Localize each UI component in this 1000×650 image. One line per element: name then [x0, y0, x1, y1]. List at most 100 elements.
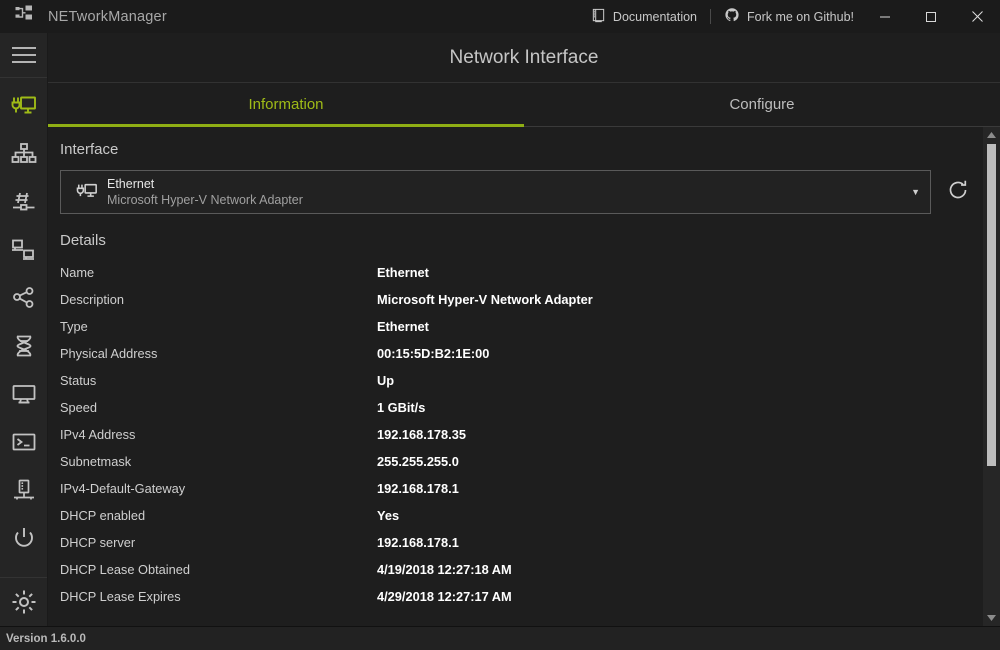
documentation-link[interactable]: Documentation — [583, 0, 705, 33]
interface-selector-row: Ethernet Microsoft Hyper-V Network Adapt… — [60, 170, 983, 214]
close-button[interactable] — [954, 0, 1000, 33]
detail-value: 192.168.178.1 — [377, 481, 983, 496]
detail-row-speed: Speed 1 GBit/s — [60, 394, 983, 421]
github-cat-icon — [724, 7, 740, 26]
documentation-label: Documentation — [613, 10, 697, 24]
detail-row-dhcp-enabled: DHCP enabled Yes — [60, 502, 983, 529]
scrollbar-track[interactable] — [983, 144, 1000, 609]
chevron-down-icon[interactable]: ▼ — [906, 187, 920, 197]
detail-value: 1 GBit/s — [377, 400, 983, 415]
tab-configure-label: Configure — [729, 96, 794, 113]
main-area: Network Interface Information Configure … — [48, 33, 1000, 626]
detail-value: 4/29/2018 12:27:17 AM — [377, 589, 983, 604]
detail-label: DHCP enabled — [60, 508, 377, 523]
status-bar: Version 1.6.0.0 — [0, 626, 1000, 650]
application-window: NETworkManager Documentation — [0, 0, 1000, 650]
book-icon — [591, 8, 606, 26]
titlebar-divider — [710, 9, 711, 24]
content-wrapper: Interface — [48, 127, 1000, 626]
detail-row-status: Status Up — [60, 367, 983, 394]
interface-dropdown[interactable]: Ethernet Microsoft Hyper-V Network Adapt… — [60, 170, 931, 214]
detail-label: Name — [60, 265, 377, 280]
detail-label: Subnetmask — [60, 454, 377, 469]
window-body: Network Interface Information Configure … — [0, 33, 1000, 626]
page-title: Network Interface — [48, 33, 1000, 83]
detail-value: 00:15:5D:B2:1E:00 — [377, 346, 983, 361]
sidebar-item-wake-on-lan[interactable] — [0, 514, 47, 562]
sidebar-items — [0, 78, 47, 577]
caret-down-icon[interactable] — [983, 609, 1000, 626]
dna-helix-icon — [11, 334, 37, 358]
terminal-icon — [11, 430, 37, 454]
detail-row-dhcp-server: DHCP server 192.168.178.1 — [60, 529, 983, 556]
close-icon — [971, 10, 984, 23]
sidebar-item-port-scanner[interactable] — [0, 178, 47, 226]
github-label: Fork me on Github! — [747, 10, 854, 24]
information-panel: Interface — [48, 127, 983, 626]
sidebar-item-snmp[interactable] — [0, 466, 47, 514]
interface-heading: Interface — [60, 141, 983, 158]
detail-label: DHCP server — [60, 535, 377, 550]
detail-row-subnetmask: Subnetmask 255.255.255.0 — [60, 448, 983, 475]
interface-name: Ethernet — [107, 177, 906, 191]
refresh-button[interactable] — [941, 175, 975, 209]
detail-label: Type — [60, 319, 377, 334]
hash-node-icon — [11, 190, 37, 214]
app-icon-container — [0, 0, 48, 33]
minimize-button[interactable] — [862, 0, 908, 33]
detail-value: 192.168.178.1 — [377, 535, 983, 550]
caret-up-icon[interactable] — [983, 127, 1000, 144]
github-link[interactable]: Fork me on Github! — [716, 0, 862, 33]
sidebar-item-settings[interactable] — [0, 578, 47, 626]
detail-label: Status — [60, 373, 377, 388]
hamburger-menu-button[interactable] — [0, 33, 47, 78]
sidebar-item-ip-scanner[interactable] — [0, 130, 47, 178]
details-heading: Details — [60, 232, 983, 249]
detail-row-dhcp-lease-obtained: DHCP Lease Obtained 4/19/2018 12:27:18 A… — [60, 556, 983, 583]
network-hierarchy-icon — [11, 142, 37, 166]
tab-information[interactable]: Information — [48, 83, 524, 126]
detail-label: Description — [60, 292, 377, 307]
sidebar-item-network-interface[interactable] — [0, 82, 47, 130]
sidebar-item-remote-desktop[interactable] — [0, 370, 47, 418]
sidebar-item-traceroute[interactable] — [0, 274, 47, 322]
version-label: Version 1.6.0.0 — [6, 633, 86, 645]
detail-value: 192.168.178.35 — [377, 427, 983, 442]
sidebar-item-ping[interactable] — [0, 226, 47, 274]
detail-row-name: Name Ethernet — [60, 259, 983, 286]
detail-value: Up — [377, 373, 983, 388]
detail-value: 255.255.255.0 — [377, 454, 983, 469]
server-rack-icon — [11, 478, 37, 502]
monitor-plug-icon — [11, 94, 37, 118]
interface-description: Microsoft Hyper-V Network Adapter — [107, 193, 906, 207]
refresh-icon — [946, 178, 970, 207]
detail-value: Yes — [377, 508, 983, 523]
graph-nodes-icon — [11, 286, 37, 310]
detail-label: IPv4 Address — [60, 427, 377, 442]
sidebar-item-dns-lookup[interactable] — [0, 322, 47, 370]
tab-information-label: Information — [248, 96, 323, 113]
detail-row-dhcp-lease-expires: DHCP Lease Expires 4/29/2018 12:27:17 AM — [60, 583, 983, 610]
detail-value: Ethernet — [377, 319, 983, 334]
interface-dropdown-text: Ethernet Microsoft Hyper-V Network Adapt… — [101, 177, 906, 208]
maximize-button[interactable] — [908, 0, 954, 33]
title-bar: NETworkManager Documentation — [0, 0, 1000, 33]
sidebar-bottom — [0, 577, 47, 626]
sidebar — [0, 33, 48, 626]
detail-label: Physical Address — [60, 346, 377, 361]
monitor-icon — [11, 382, 37, 406]
scrollbar-thumb[interactable] — [987, 144, 996, 466]
gear-icon — [10, 588, 38, 616]
tab-configure[interactable]: Configure — [524, 83, 1000, 126]
ethernet-adapter-icon — [73, 181, 101, 203]
detail-row-ipv4-default-gateway: IPv4-Default-Gateway 192.168.178.1 — [60, 475, 983, 502]
detail-row-description: Description Microsoft Hyper-V Network Ad… — [60, 286, 983, 313]
minimize-icon — [879, 11, 891, 23]
sidebar-item-putty-console[interactable] — [0, 418, 47, 466]
two-computers-icon — [11, 238, 37, 262]
detail-row-type: Type Ethernet — [60, 313, 983, 340]
detail-label: Speed — [60, 400, 377, 415]
vertical-scrollbar[interactable] — [983, 127, 1000, 626]
detail-value: Microsoft Hyper-V Network Adapter — [377, 292, 983, 307]
details-list: Name Ethernet Description Microsoft Hype… — [60, 259, 983, 610]
